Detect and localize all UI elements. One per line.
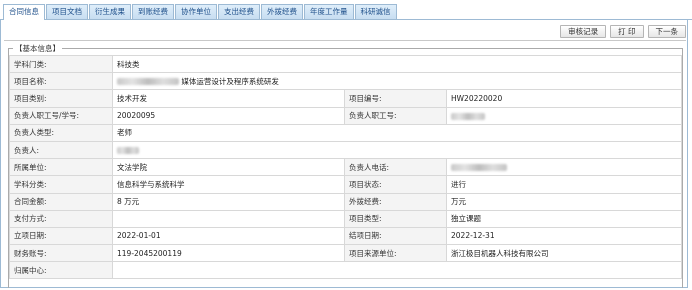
field-label: 外拨经费: [344, 192, 447, 211]
tab-contract-info[interactable]: 合同信息 [3, 4, 45, 20]
table-row: 财务账号: 119-2045200119 项目来源单位: 浙江极目机器人科技有限… [9, 244, 682, 263]
table-row: 学科分类: 信息科学与系统科学 项目状态: 进行 [9, 175, 682, 194]
section-title: 【基本信息】 [15, 44, 60, 53]
redacted-text [117, 147, 139, 155]
tab-research-integrity[interactable]: 科研诚信 [354, 4, 397, 19]
redacted-text [451, 112, 485, 120]
leader-cell [112, 140, 682, 160]
table-row: 学科门类: 科技类 [9, 54, 682, 74]
contract-amount-value: 8 万元 [112, 192, 345, 211]
field-label: 学科分类: [9, 175, 113, 194]
leader-staff-id-cell [446, 106, 682, 125]
basic-info-section: 【基本信息】 学科门类: 科技类 项目名称: 媒体运营设计及程序系统研发 项目类… [8, 43, 683, 288]
field-label: 负责人职工号: [344, 106, 447, 125]
table-row: 负责人: [9, 140, 682, 160]
field-label: 财务账号: [9, 244, 113, 263]
field-label: 结项日期: [344, 226, 447, 246]
field-label: 学科门类: [9, 54, 113, 74]
next-record-button[interactable]: 下一条 [647, 25, 686, 38]
project-name-value: 媒体运营设计及程序系统研发 [181, 76, 279, 86]
project-number-value: HW20220020 [446, 89, 682, 108]
tab-project-docs[interactable]: 项目文档 [46, 4, 88, 19]
project-name-cell: 媒体运营设计及程序系统研发 [112, 72, 682, 91]
field-label: 负责人职工号/学号: [9, 106, 113, 125]
tab-expenditure[interactable]: 支出经费 [218, 4, 260, 19]
field-label: 项目来源单位: [344, 244, 447, 263]
tab-partner-units[interactable]: 协作单位 [175, 4, 217, 19]
tab-bar: 合同信息 项目文档 衍生成果 到账经费 协作单位 支出经费 外拨经费 年度工作量… [0, 4, 692, 20]
field-label: 项目名称: [9, 72, 113, 91]
audit-record-button[interactable]: 审核记录 [560, 25, 607, 38]
project-kind-value: 独立课题 [446, 209, 682, 228]
project-status-value: 进行 [446, 175, 682, 194]
start-date-value: 2022-01-01 [112, 226, 345, 246]
tab-external-funds[interactable]: 外拨经费 [261, 4, 303, 19]
table-row: 所属单位: 文法学院 负责人电话: [9, 158, 682, 177]
table-row: 归属中心: [9, 261, 682, 280]
account-value: 119-2045200119 [112, 244, 345, 263]
field-label: 负责人: [9, 140, 113, 160]
external-funding-value: 万元 [446, 192, 682, 211]
tab-annual-workload[interactable]: 年度工作量 [304, 4, 354, 19]
discipline-value: 信息科学与系统科学 [112, 175, 345, 194]
field-label: 项目编号: [344, 89, 447, 108]
field-label: 所属单位: [9, 158, 113, 177]
toolbar: 审核记录 打 印 下一条 [560, 25, 686, 38]
toolbar-divider [4, 40, 686, 41]
unit-value: 文法学院 [112, 158, 345, 177]
subject-category-value: 科技类 [112, 54, 682, 74]
field-label: 项目类别: [9, 89, 113, 108]
table-row: 负责人类型: 老师 [9, 123, 682, 142]
redacted-text [451, 164, 507, 172]
end-date-value: 2022-12-31 [446, 226, 682, 246]
leader-id-value: 20020095 [112, 106, 345, 125]
redacted-text [117, 78, 179, 86]
table-row: 合同金额: 8 万元 外拨经费: 万元 [9, 192, 682, 211]
field-label: 项目类型: [344, 209, 447, 228]
table-row: 项目名称: 媒体运营设计及程序系统研发 [9, 72, 682, 91]
project-type-value: 技术开发 [112, 89, 345, 108]
payment-method-value [112, 209, 345, 228]
center-value [112, 261, 682, 280]
field-label: 负责人类型: [9, 123, 113, 142]
table-row: 支付方式: 项目类型: 独立课题 [9, 209, 682, 228]
field-label: 立项日期: [9, 226, 113, 246]
tab-received-funds[interactable]: 到账经费 [132, 4, 174, 19]
table-row: 立项日期: 2022-01-01 结项日期: 2022-12-31 [9, 226, 682, 246]
leader-type-value: 老师 [112, 123, 682, 142]
print-button[interactable]: 打 印 [610, 25, 644, 38]
leader-phone-cell [446, 158, 682, 177]
table-row: 项目类别: 技术开发 项目编号: HW20220020 [9, 89, 682, 108]
source-unit-value: 浙江极目机器人科技有限公司 [446, 244, 682, 263]
table-row: 负责人职工号/学号: 20020095 负责人职工号: [9, 106, 682, 125]
field-label: 归属中心: [9, 261, 113, 280]
field-label: 项目状态: [344, 175, 447, 194]
field-label: 负责人电话: [344, 158, 447, 177]
tab-derived-results[interactable]: 衍生成果 [89, 4, 131, 19]
field-label: 支付方式: [9, 209, 113, 228]
basic-info-table: 学科门类: 科技类 项目名称: 媒体运营设计及程序系统研发 项目类别: 技术开发… [9, 54, 682, 280]
field-label: 合同金额: [9, 192, 113, 211]
